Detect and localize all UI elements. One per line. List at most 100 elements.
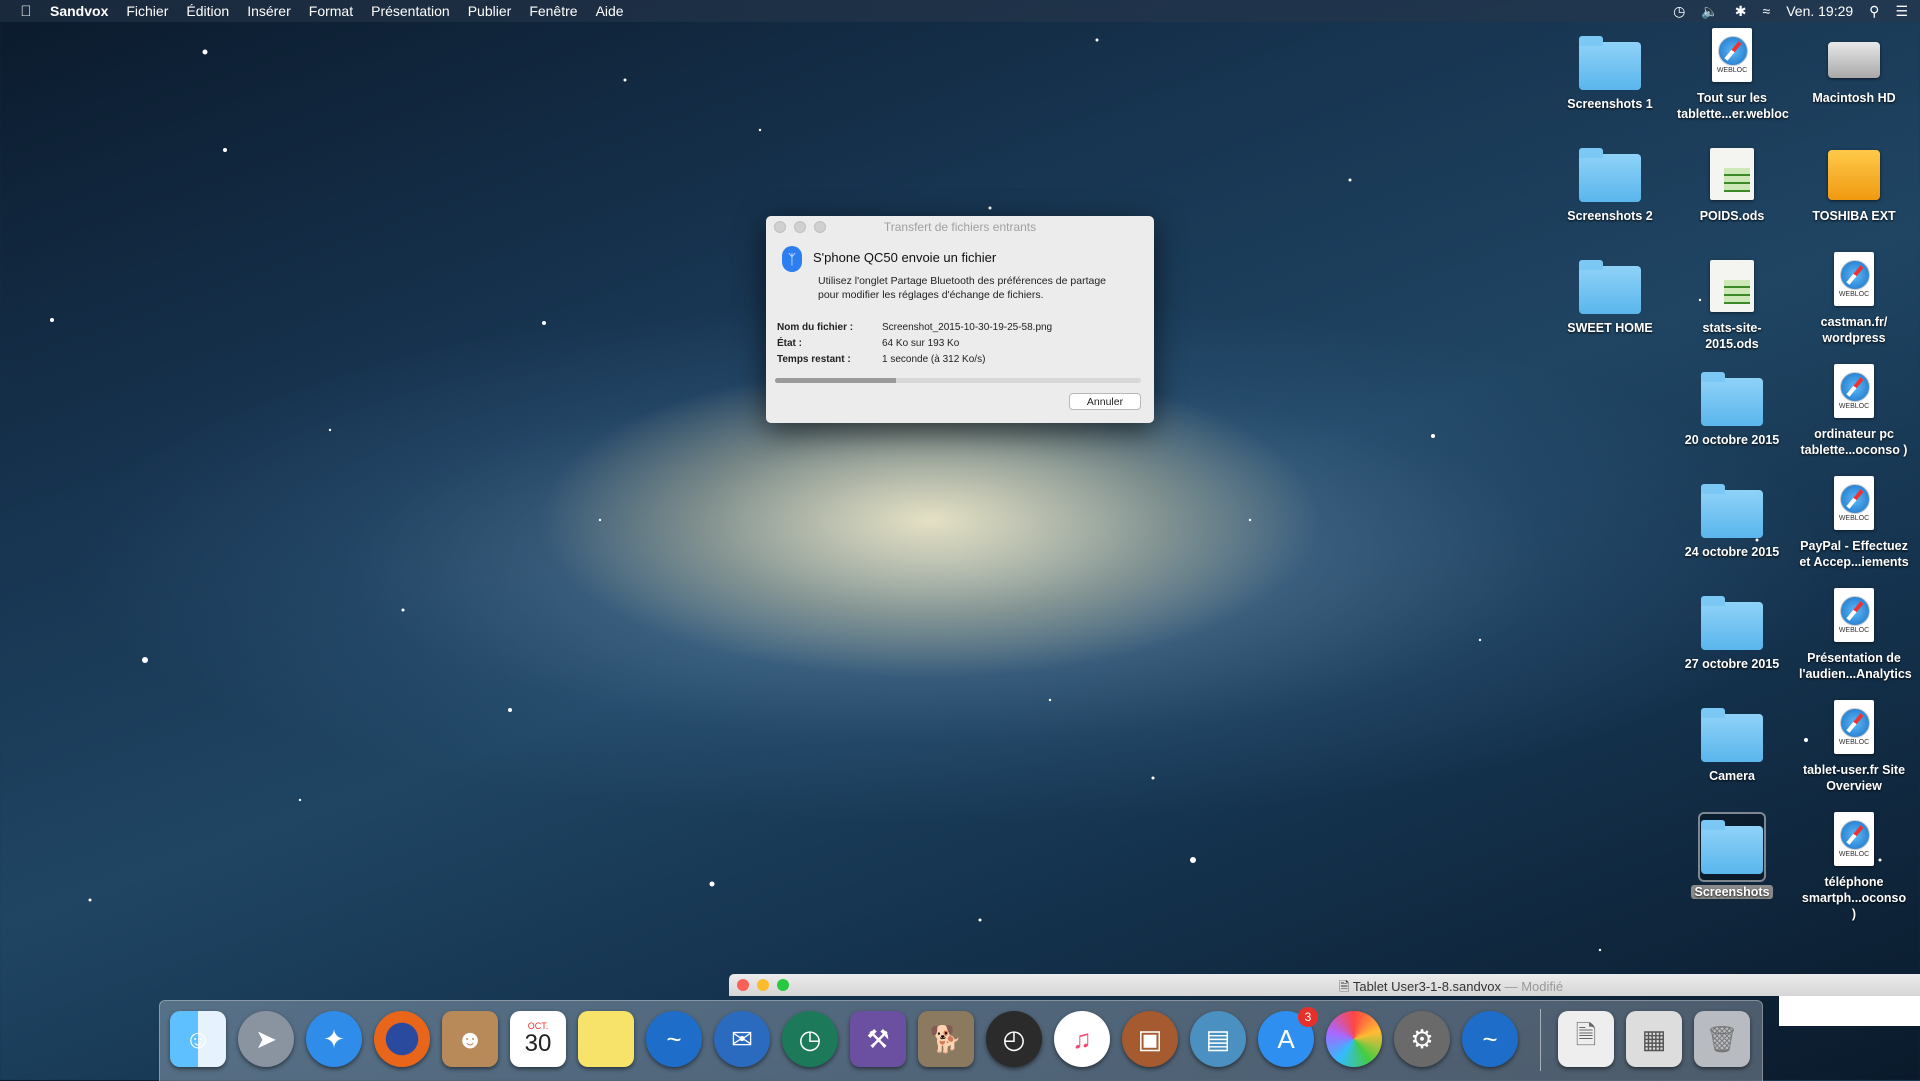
preview-icon[interactable]: ▤ [1190, 1011, 1246, 1067]
folder-icon [1698, 812, 1766, 882]
webloc-icon: WEBLOC [1822, 588, 1886, 646]
state-label: État : [777, 338, 802, 349]
desktop-icon-label: Macintosh HD [1812, 91, 1896, 105]
openoffice-icon[interactable]: ~ [646, 1011, 702, 1067]
menu-format[interactable]: Format [309, 3, 353, 19]
filename-value: Screenshot_2015-10-30-19-25-58.png [882, 322, 1053, 333]
sandvox-icon[interactable]: ⚒ [850, 1011, 906, 1067]
webloc-icon: WEBLOC [1822, 812, 1886, 870]
desktop-webloc-tout-sur-les-tablettes[interactable]: WEBLOC Tout sur les tablette...er.webloc [1677, 28, 1789, 122]
clock[interactable]: Ven. 19:29 [1786, 3, 1853, 19]
screenshots-stack-icon[interactable]: ▦ [1626, 1011, 1682, 1067]
document-icon[interactable]: 🗎 [1558, 1011, 1614, 1067]
openoffice-icon-2[interactable]: ~ [1462, 1011, 1518, 1067]
desktop-icon-label: SWEET HOME [1567, 321, 1653, 335]
firefox-icon[interactable] [374, 1011, 430, 1067]
photos-icon[interactable] [1326, 1011, 1382, 1067]
desktop-webloc-paypal[interactable]: WEBLOC PayPal - Effectuez et Accep...iem… [1799, 476, 1909, 570]
desktop-icon-label: Présentation de l'audien...Analytics [1799, 651, 1912, 681]
close-button[interactable] [737, 979, 749, 991]
folder-icon [1700, 594, 1764, 652]
menu-app-name[interactable]: Sandvox [50, 3, 108, 19]
desktop-icon-label: Camera [1709, 769, 1755, 783]
dialog-titlebar[interactable]: Transfert de fichiers entrants [766, 216, 1154, 238]
spotlight-icon[interactable]: ⚲ [1869, 3, 1879, 20]
dialog-subtext: Utilisez l'onglet Partage Bluetooth des … [818, 275, 1107, 301]
desktop-folder-27-octobre[interactable]: 27 octobre 2015 [1677, 594, 1787, 672]
sandvox-window[interactable]: 🗎 Tablet User3-1-8.sandvox — Modifié [729, 974, 1920, 1026]
desktop-folder-screenshots-1[interactable]: Screenshots 1 [1555, 34, 1665, 112]
desktop-webloc-ordinateur-pc[interactable]: WEBLOC ordinateur pc tablette...oconso ) [1799, 364, 1909, 458]
menu-edition[interactable]: Édition [186, 3, 229, 19]
desktop-folder-screenshots[interactable]: Screenshots [1677, 812, 1787, 900]
system-preferences-icon[interactable]: ⚙ [1394, 1011, 1450, 1067]
menu-fenetre[interactable]: Fenêtre [529, 3, 577, 19]
menu-fichier[interactable]: Fichier [126, 3, 168, 19]
window-controls [774, 221, 826, 233]
minimize-button[interactable] [757, 979, 769, 991]
time-machine-icon[interactable]: ◷ [782, 1011, 838, 1067]
desktop-icon-label: TOSHIBA EXT [1812, 209, 1896, 223]
gimp-icon[interactable]: 🐕 [918, 1011, 974, 1067]
notes-icon[interactable] [578, 1011, 634, 1067]
desktop-webloc-presentation-audience[interactable]: WEBLOC Présentation de l'audien...Analyt… [1799, 588, 1912, 682]
desktop-icon-label: stats-site-2015.ods [1702, 321, 1762, 351]
window-controls [737, 979, 789, 991]
time-machine-icon[interactable]: ◷ [1673, 3, 1685, 20]
trash-icon[interactable]: 🗑 [1694, 1011, 1750, 1067]
webloc-icon: WEBLOC [1822, 364, 1886, 422]
desktop-folder-sweet-home[interactable]: SWEET HOME [1555, 258, 1665, 336]
desktop-icon-label: Tout sur les tablette...er.webloc [1677, 91, 1789, 121]
menu-inserer[interactable]: Insérer [247, 3, 291, 19]
close-button[interactable] [774, 221, 786, 233]
time-label: Temps restant : [777, 354, 851, 365]
calendar-icon[interactable]: OCT. 30 [510, 1011, 566, 1067]
desktop-webloc-castman[interactable]: WEBLOC castman.fr/ wordpress [1799, 252, 1909, 346]
modified-status: — Modifié [1504, 979, 1564, 994]
state-value: 64 Ko sur 193 Ko [882, 338, 960, 349]
desktop-folder-camera[interactable]: Camera [1677, 706, 1787, 784]
bluetooth-transfer-dialog: Transfert de fichiers entrants ᛉ S'phone… [766, 216, 1154, 423]
desktop-disk-macintosh-hd[interactable]: Macintosh HD [1799, 28, 1909, 106]
desktop-folder-screenshots-2[interactable]: Screenshots 2 [1555, 146, 1665, 224]
finder-icon[interactable]: ☺ [170, 1011, 226, 1067]
desktop-icon-label: téléphone smartph...oconso ) [1801, 875, 1907, 921]
safari-icon[interactable]: ✦ [306, 1011, 362, 1067]
notification-center-icon[interactable]: ☰ [1895, 3, 1908, 20]
webloc-icon: WEBLOC [1822, 252, 1886, 310]
minimize-button[interactable] [794, 221, 806, 233]
launchpad-icon[interactable]: ➤ [238, 1011, 294, 1067]
menu-aide[interactable]: Aide [596, 3, 624, 19]
desktop-webloc-tablet-user[interactable]: WEBLOC tablet-user.fr Site Overview [1799, 700, 1909, 794]
bluetooth-icon[interactable]: ✱ [1735, 3, 1747, 20]
app-store-icon[interactable]: A 3 [1258, 1007, 1318, 1067]
desktop-folder-20-octobre[interactable]: 20 octobre 2015 [1677, 370, 1787, 448]
desktop-file-stats-site[interactable]: stats-site-2015.ods [1677, 258, 1787, 352]
spreadsheet-icon [1700, 258, 1764, 316]
menu-presentation[interactable]: Présentation [371, 3, 450, 19]
desktop-file-poids-ods[interactable]: POIDS.ods [1677, 146, 1787, 224]
webloc-icon: WEBLOC [1822, 476, 1886, 534]
desktop-icon-label: ordinateur pc tablette...oconso ) [1800, 427, 1908, 457]
folder-icon [1578, 34, 1642, 92]
apple-menu-icon[interactable]:  [12, 3, 40, 20]
wifi-icon[interactable]: ≈ [1763, 3, 1771, 19]
desktop-webloc-telephone-smartphone[interactable]: WEBLOC téléphone smartph...oconso ) [1799, 812, 1909, 922]
dialog-heading: S'phone QC50 envoie un fichier [813, 250, 997, 265]
menu-publier[interactable]: Publier [468, 3, 512, 19]
desktop-icon-label: 24 octobre 2015 [1684, 545, 1780, 559]
zoom-button[interactable] [777, 979, 789, 991]
desktop-disk-toshiba-ext[interactable]: TOSHIBA EXT [1799, 146, 1909, 224]
desktop-icon-label: tablet-user.fr Site Overview [1802, 763, 1906, 793]
itunes-icon[interactable]: ♫ [1054, 1011, 1110, 1067]
archive-utility-icon[interactable]: ▣ [1122, 1011, 1178, 1067]
volume-icon[interactable]: 🔈 [1701, 3, 1718, 20]
cancel-button[interactable]: Annuler [1069, 393, 1141, 410]
contacts-icon[interactable]: ☻ [442, 1011, 498, 1067]
zoom-button[interactable] [814, 221, 826, 233]
thunderbird-icon[interactable]: ✉ [714, 1011, 770, 1067]
transfer-progress-bar [775, 378, 1141, 383]
dashboard-icon[interactable]: ◴ [986, 1011, 1042, 1067]
folder-icon [1578, 258, 1642, 316]
desktop-folder-24-octobre[interactable]: 24 octobre 2015 [1677, 482, 1787, 560]
